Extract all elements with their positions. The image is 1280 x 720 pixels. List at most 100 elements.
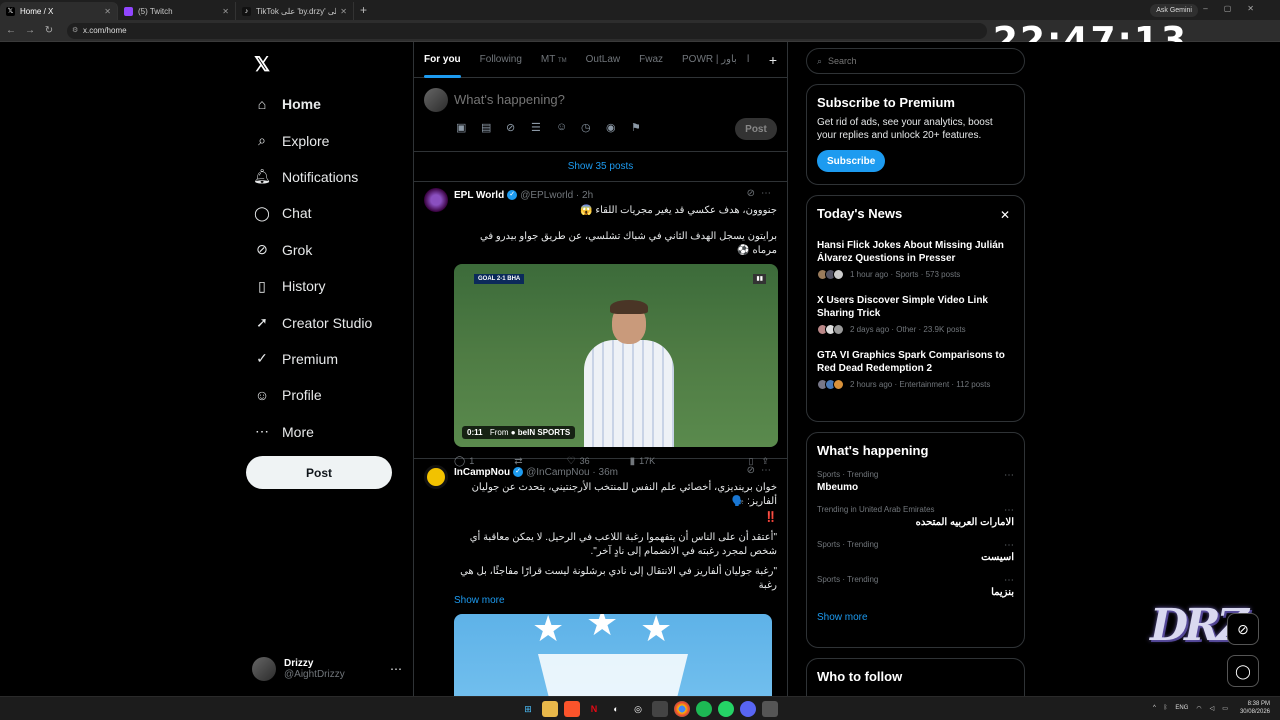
app-icon[interactable]: ◐ [608, 701, 624, 717]
gif-icon[interactable]: ▤ [481, 121, 506, 134]
tray-clock[interactable]: 8:38 PM 30/08/2026 [1240, 700, 1270, 716]
reload-icon[interactable]: ↻ [41, 25, 57, 36]
tab-for-you[interactable]: For you [424, 42, 461, 78]
close-icon[interactable]: ✕ [340, 7, 347, 16]
flag-icon[interactable]: ⚑ [631, 121, 656, 134]
poll-icon[interactable]: ☰ [531, 121, 556, 134]
trend-item[interactable]: Sports · Trending بنزيما ⋯ [817, 575, 1014, 598]
image-icon[interactable]: ▣ [456, 121, 481, 134]
author-handle[interactable]: @InCampNou [526, 467, 590, 478]
discord-icon[interactable] [740, 701, 756, 717]
show-new-posts[interactable]: Show 35 posts [414, 152, 787, 182]
file-explorer-icon[interactable] [542, 701, 558, 717]
tab-overflow[interactable]: ا [747, 42, 750, 78]
tweet-top-actions[interactable]: ⊘⋯ [747, 188, 777, 199]
sidebar-item-grok[interactable]: ⊘ Grok [254, 232, 372, 268]
app-icon[interactable] [762, 701, 778, 717]
close-icon[interactable]: ✕ [1000, 208, 1010, 222]
chrome-icon[interactable] [674, 701, 690, 717]
close-icon[interactable]: ✕ [104, 7, 111, 16]
window-controls[interactable]: –▢✕ [1203, 4, 1270, 13]
tab-outlaw[interactable]: OutLaw [586, 42, 620, 78]
more-icon[interactable]: ⋯ [1004, 470, 1014, 481]
forward-arrow-icon[interactable]: → [22, 25, 38, 36]
sidebar-item-creator-studio[interactable]: ➚ Creator Studio [254, 304, 372, 340]
search-input[interactable] [828, 56, 946, 66]
url-field[interactable]: x.com/home [67, 22, 987, 39]
tab-following[interactable]: Following [480, 42, 522, 78]
tweet[interactable]: EPL World ✓ @EPLworld · 2h ⊘⋯ جنووون، هد… [414, 182, 787, 467]
tab-x-home[interactable]: 𝕏 Home / X ✕ [0, 2, 118, 20]
sidebar-item-premium[interactable]: ✓ Premium [254, 341, 372, 377]
tweet-image[interactable]: ★ ★ ★ [454, 614, 772, 696]
author-handle[interactable]: @EPLworld [520, 190, 573, 201]
close-icon[interactable]: ✕ [222, 7, 229, 16]
spotify-icon[interactable] [696, 701, 712, 717]
location-icon[interactable]: ◉ [606, 121, 631, 134]
avatar[interactable] [424, 465, 448, 489]
language-indicator[interactable]: ENG [1175, 705, 1188, 711]
windows-start-icon[interactable]: ⊞ [520, 701, 536, 717]
post-button[interactable]: Post [246, 456, 392, 489]
app-icon[interactable] [652, 701, 668, 717]
grok-icon[interactable]: ⊘ [506, 121, 531, 134]
sidebar-item-notifications[interactable]: 🔔︎ Notifications [253, 159, 372, 195]
add-tab-icon[interactable]: + [769, 42, 777, 78]
author-name[interactable]: InCampNou [454, 467, 510, 478]
sidebar-item-chat[interactable]: ◯ Chat [254, 195, 372, 231]
tweet[interactable]: InCampNou ✓ @InCampNou · 36m ⊘⋯ خوان بري… [414, 459, 787, 696]
sidebar-item-home[interactable]: ⌂ Home [254, 86, 372, 122]
tab-powr[interactable]: POWR | باور [682, 42, 737, 78]
timestamp[interactable]: 36m [599, 467, 618, 478]
emoji-icon[interactable]: ☺ [556, 121, 581, 134]
more-icon[interactable]: ⋯ [390, 662, 402, 676]
volume-icon[interactable]: ◁ [1210, 705, 1215, 712]
back-arrow-icon[interactable]: ← [3, 25, 19, 36]
tab-fwaz[interactable]: Fwaz [639, 42, 663, 78]
more-icon[interactable]: ⋯ [1004, 575, 1014, 586]
wifi-icon[interactable]: ◠ [1196, 705, 1201, 712]
netflix-icon[interactable]: N [586, 701, 602, 717]
author-name[interactable]: EPL World [454, 190, 504, 201]
source-icon: ● [510, 428, 516, 437]
video-player[interactable]: GOAL 2-1 BHA ▮▮ 0:11 From ● beIN SPORTS [454, 264, 778, 447]
timestamp[interactable]: 2h [582, 190, 593, 201]
sidebar-item-history[interactable]: ▯ History [254, 268, 372, 304]
news-item[interactable]: GTA VI Graphics Spark Comparisons to Red… [817, 349, 1014, 390]
ask-gemini-button[interactable]: Ask Gemini [1150, 4, 1198, 17]
battery-icon[interactable]: ▭ [1222, 705, 1228, 712]
trend-item[interactable]: Sports · Trending اسيست ⋯ [817, 540, 1014, 563]
grok-float-button[interactable]: ⊘ [1227, 613, 1259, 645]
brave-icon[interactable] [564, 701, 580, 717]
tab-mt[interactable]: MT TM [541, 42, 567, 78]
new-tab-button[interactable]: + [360, 3, 367, 17]
tab-tiktok[interactable]: ♪ TikTok على 'by.drzy' اعثر على | ✕ [236, 2, 354, 20]
whatsapp-icon[interactable] [718, 701, 734, 717]
trend-item[interactable]: Trending in United Arab Emirates الامارا… [817, 505, 1014, 528]
trend-item[interactable]: Sports · Trending Mbeumo ⋯ [817, 470, 1014, 493]
chevron-up-icon[interactable]: ^ [1153, 705, 1156, 711]
tweet-top-actions[interactable]: ⊘⋯ [747, 465, 777, 476]
obs-icon[interactable]: ◎ [630, 701, 646, 717]
compose-post-button[interactable]: Post [735, 118, 777, 140]
compose-input[interactable] [454, 92, 754, 107]
tab-twitch[interactable]: (5) Twitch ✕ [118, 2, 236, 20]
news-item[interactable]: Hansi Flick Jokes About Missing Julián Á… [817, 239, 1014, 280]
news-item[interactable]: X Users Discover Simple Video Link Shari… [817, 294, 1014, 335]
show-more-link[interactable]: Show more [454, 595, 777, 606]
more-icon[interactable]: ⋯ [1004, 540, 1014, 551]
x-logo-icon[interactable]: 𝕏 [254, 52, 270, 77]
show-more-link[interactable]: Show more [817, 612, 1014, 623]
search-box[interactable]: ⌕ [806, 48, 1025, 74]
sidebar-item-more[interactable]: ⋯ More [254, 414, 372, 450]
sidebar-item-profile[interactable]: ☺ Profile [254, 377, 372, 413]
avatar-stack [817, 269, 844, 280]
account-switcher[interactable]: Drizzy @AightDrizzy ⋯ [252, 654, 402, 684]
sidebar-item-explore[interactable]: ⌕ Explore [254, 122, 372, 158]
avatar[interactable] [424, 188, 448, 212]
more-icon[interactable]: ⋯ [1004, 505, 1014, 516]
subscribe-button[interactable]: Subscribe [817, 150, 886, 172]
bluetooth-icon[interactable]: ᛒ [1164, 705, 1168, 711]
schedule-icon[interactable]: ◷ [581, 121, 606, 134]
messages-float-button[interactable]: ◯ [1227, 655, 1259, 687]
